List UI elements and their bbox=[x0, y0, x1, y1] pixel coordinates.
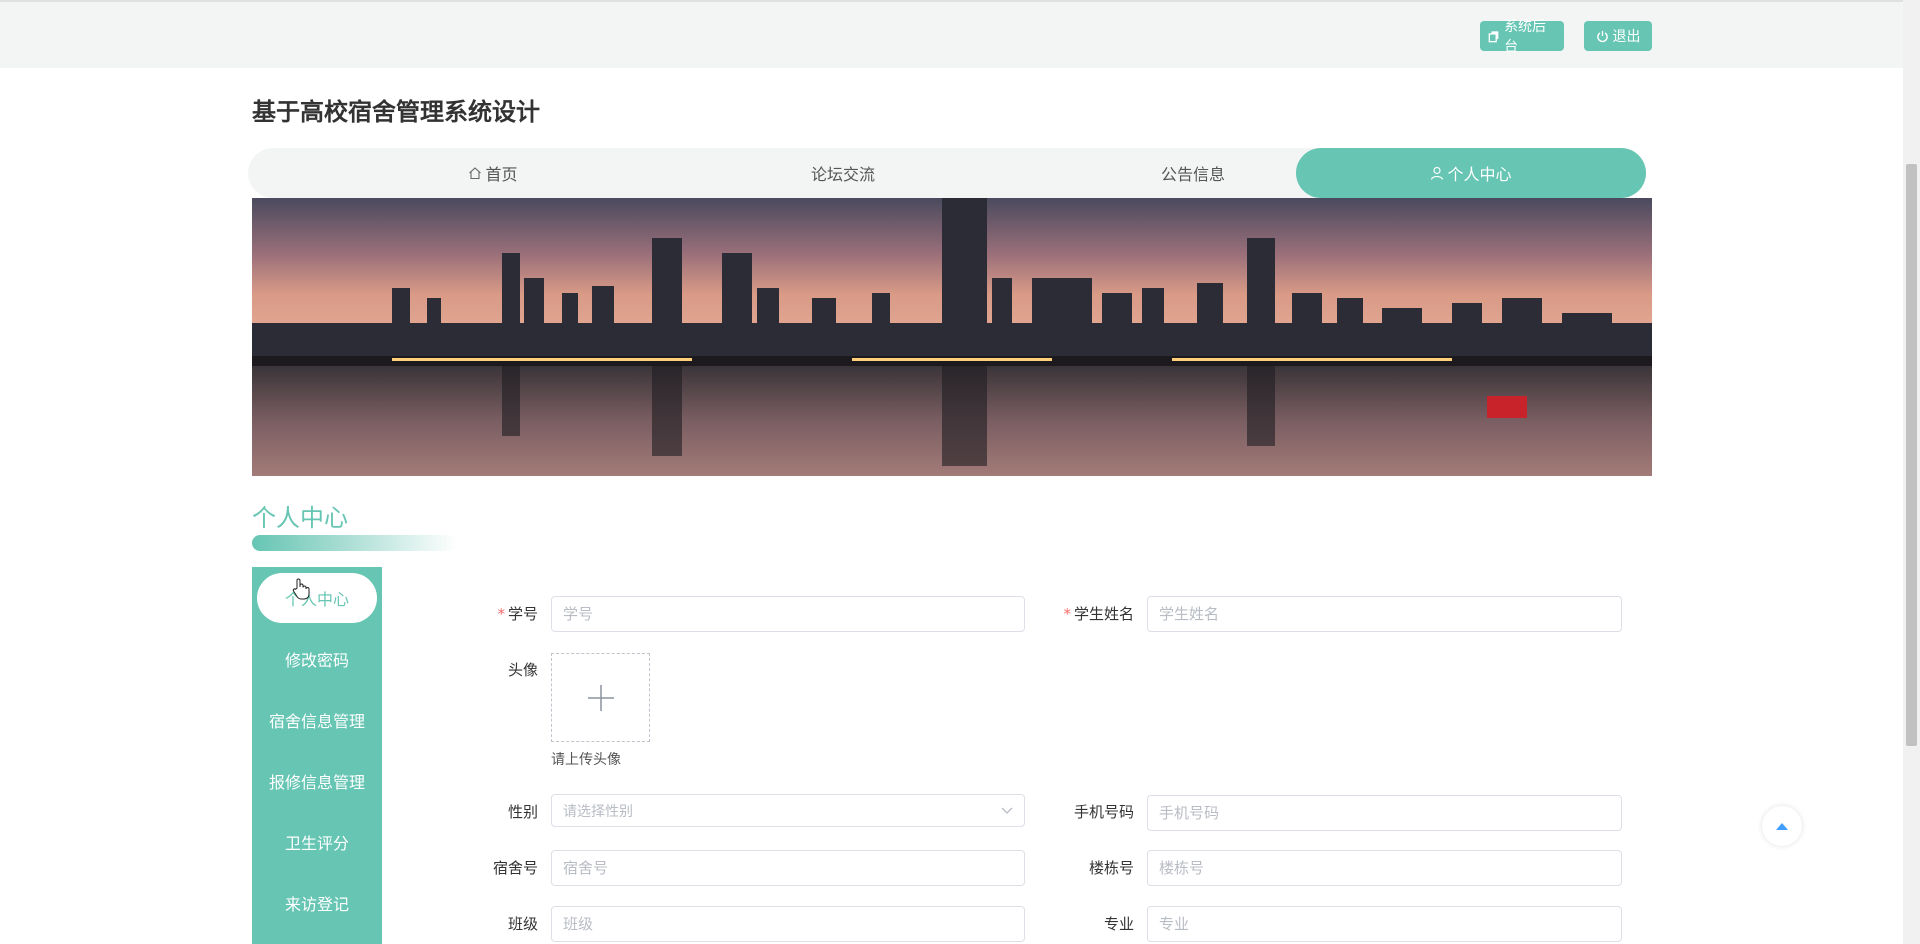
sidebar-item-label: 报修信息管理 bbox=[268, 773, 365, 792]
building-number-label: 楼栋号 bbox=[1088, 859, 1134, 877]
section-title-underline bbox=[252, 535, 457, 551]
phone-input[interactable] bbox=[1147, 795, 1622, 831]
sidebar-item-label: 卫生评分 bbox=[284, 834, 349, 853]
nav-forum-label: 论坛交流 bbox=[810, 165, 875, 184]
caret-up-icon bbox=[1776, 823, 1788, 830]
sidebar-item-visitor-register[interactable]: 来访登记 bbox=[252, 878, 382, 928]
building-number-input[interactable] bbox=[1147, 850, 1622, 886]
student-id-input[interactable] bbox=[551, 596, 1025, 632]
student-id-label: * 学号 bbox=[497, 605, 538, 623]
phone-label: 手机号码 bbox=[1073, 803, 1134, 821]
dorm-number-label: 宿舍号 bbox=[492, 859, 538, 877]
class-input[interactable] bbox=[551, 906, 1025, 942]
power-icon bbox=[1596, 30, 1608, 42]
major-label: 专业 bbox=[1103, 915, 1134, 933]
nav-personal-center-label: 个人中心 bbox=[1447, 165, 1512, 184]
nav-notice-label: 公告信息 bbox=[1160, 165, 1225, 184]
back-to-top-button[interactable] bbox=[1762, 806, 1802, 846]
sidebar-item-change-password[interactable]: 修改密码 bbox=[252, 634, 382, 684]
logout-label: 退出 bbox=[1612, 29, 1641, 45]
gender-select-placeholder: 请选择性别 bbox=[563, 803, 633, 820]
sidebar: 个人中心 修改密码 宿舍信息管理 报修信息管理 卫生评分 来访登记 bbox=[252, 567, 382, 944]
copy-icon bbox=[1488, 30, 1499, 42]
student-name-input[interactable] bbox=[1147, 596, 1622, 632]
chevron-down-icon bbox=[1001, 807, 1013, 814]
top-bar: 系统后台 退出 bbox=[0, 0, 1920, 68]
logout-button[interactable]: 退出 bbox=[1584, 21, 1652, 51]
sidebar-item-label: 修改密码 bbox=[284, 651, 349, 670]
user-icon bbox=[1431, 166, 1444, 180]
nav-home[interactable]: 首页 bbox=[318, 148, 668, 198]
nav-forum[interactable]: 论坛交流 bbox=[668, 148, 1018, 198]
dorm-number-input[interactable] bbox=[551, 850, 1025, 886]
avatar-upload-tip: 请上传头像 bbox=[551, 752, 621, 768]
nav-home-label: 首页 bbox=[485, 165, 518, 184]
hand-cursor-icon bbox=[292, 578, 310, 600]
section-title: 个人中心 bbox=[252, 504, 348, 532]
admin-backend-button[interactable]: 系统后台 bbox=[1480, 19, 1564, 55]
banner-image bbox=[252, 198, 1652, 476]
nav-personal-center[interactable]: 个人中心 bbox=[1296, 148, 1646, 198]
sidebar-item-label: 宿舍信息管理 bbox=[268, 712, 365, 731]
major-input[interactable] bbox=[1147, 906, 1622, 942]
class-label: 班级 bbox=[507, 915, 538, 933]
sidebar-item-hygiene-score[interactable]: 卫生评分 bbox=[252, 817, 382, 867]
sidebar-item-dorm-info[interactable]: 宿舍信息管理 bbox=[252, 695, 382, 745]
avatar-label: 头像 bbox=[507, 661, 538, 679]
home-icon bbox=[469, 167, 482, 180]
required-mark: * bbox=[1063, 605, 1071, 623]
admin-backend-label: 系统后台 bbox=[1504, 19, 1547, 55]
sidebar-item-label: 来访登记 bbox=[284, 895, 349, 914]
gender-select[interactable]: 请选择性别 bbox=[551, 794, 1025, 827]
sidebar-item-personal-center[interactable]: 个人中心 bbox=[257, 573, 377, 623]
sidebar-item-repair-info[interactable]: 报修信息管理 bbox=[252, 756, 382, 806]
gender-label: 性别 bbox=[507, 803, 538, 821]
page-scrollbar-thumb[interactable] bbox=[1906, 164, 1917, 746]
required-mark: * bbox=[497, 605, 505, 623]
student-name-label: * 学生姓名 bbox=[1063, 605, 1134, 623]
avatar-upload[interactable] bbox=[551, 653, 650, 742]
plus-icon bbox=[587, 684, 614, 711]
main-nav: 首页 论坛交流 公告信息 个人中心 bbox=[248, 148, 1646, 198]
site-title: 基于高校宿舍管理系统设计 bbox=[252, 98, 540, 126]
